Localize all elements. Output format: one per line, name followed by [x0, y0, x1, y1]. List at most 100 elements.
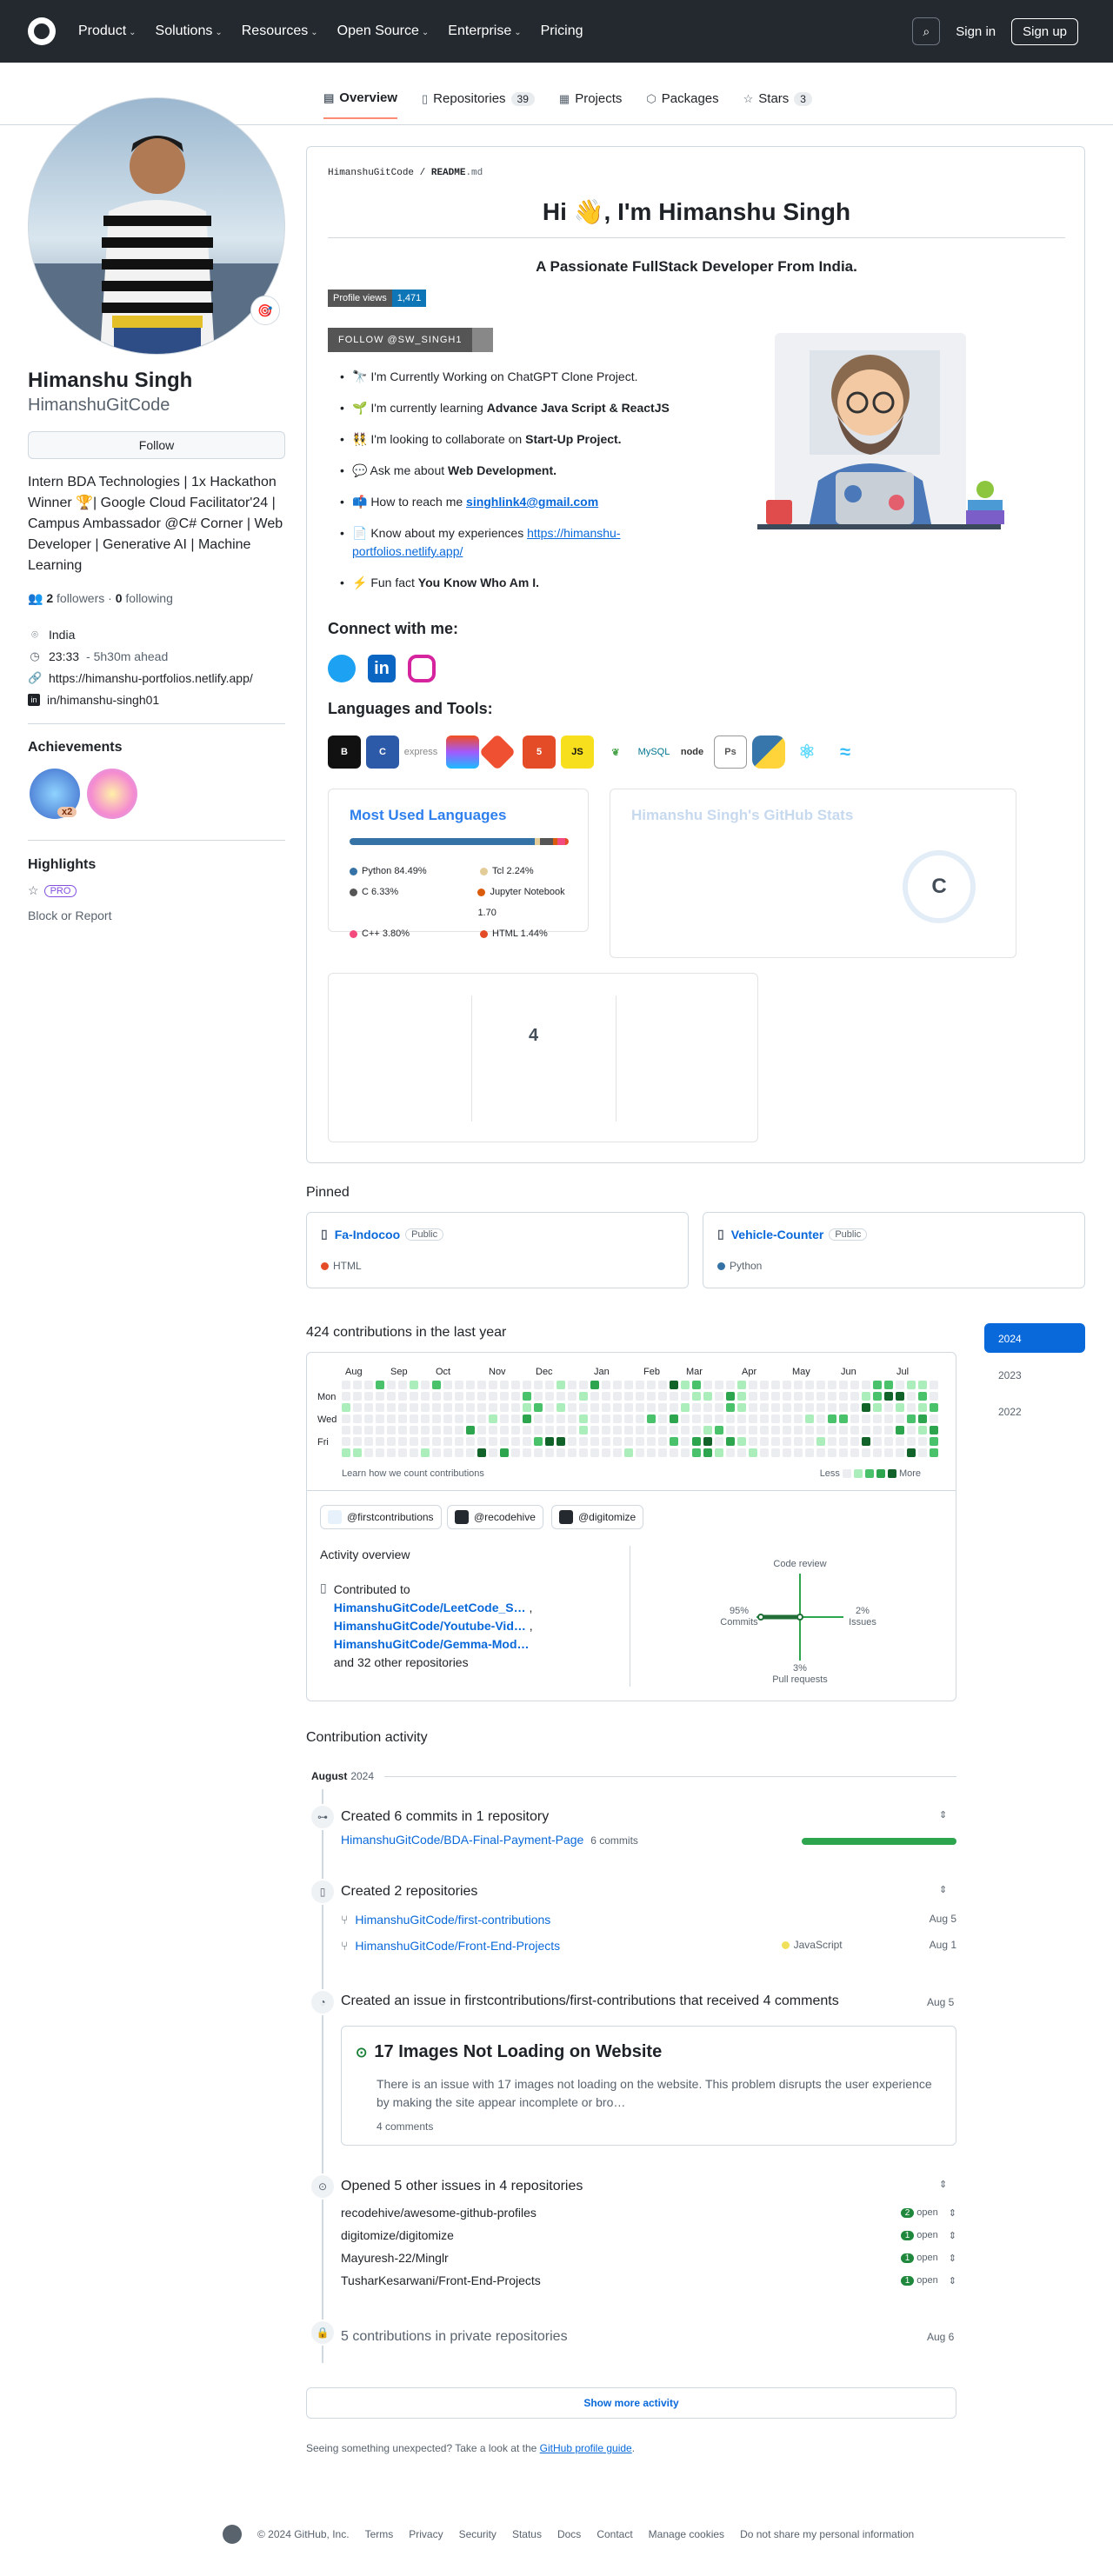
contribution-day[interactable]	[726, 1414, 735, 1423]
contribution-day[interactable]	[613, 1448, 622, 1457]
contribution-day[interactable]	[466, 1437, 475, 1446]
contribution-day[interactable]	[353, 1403, 362, 1412]
contribution-day[interactable]	[387, 1437, 396, 1446]
contribution-day[interactable]	[489, 1414, 497, 1423]
contribution-day[interactable]	[398, 1448, 407, 1457]
contribution-day[interactable]	[523, 1414, 531, 1423]
contribution-day[interactable]	[624, 1381, 633, 1389]
contribution-day[interactable]	[760, 1426, 769, 1434]
contribution-day[interactable]	[737, 1392, 746, 1401]
contribution-day[interactable]	[907, 1414, 916, 1423]
tab-projects[interactable]: ▦ Projects	[559, 90, 622, 119]
contribution-day[interactable]	[749, 1381, 757, 1389]
contribution-day[interactable]	[896, 1437, 904, 1446]
contribution-day[interactable]	[398, 1414, 407, 1423]
issue-repo-link[interactable]: Mayuresh-22/Minglr	[341, 2251, 901, 2265]
contribution-day[interactable]	[353, 1414, 362, 1423]
contribution-day[interactable]	[398, 1437, 407, 1446]
contribution-day[interactable]	[364, 1403, 373, 1412]
contribution-day[interactable]	[342, 1414, 350, 1423]
contribution-day[interactable]	[466, 1426, 475, 1434]
contribution-day[interactable]	[421, 1448, 430, 1457]
contribution-day[interactable]	[500, 1437, 509, 1446]
contribution-day[interactable]	[443, 1392, 452, 1401]
contribution-day[interactable]	[873, 1437, 882, 1446]
created-repo-link[interactable]: HimanshuGitCode/first-contributions	[355, 1913, 929, 1927]
contribution-day[interactable]	[850, 1426, 859, 1434]
contribution-day[interactable]	[443, 1403, 452, 1412]
contribution-day[interactable]	[692, 1426, 701, 1434]
contribution-day[interactable]	[443, 1381, 452, 1389]
contribution-day[interactable]	[410, 1414, 418, 1423]
contribution-day[interactable]	[410, 1403, 418, 1412]
contribution-day[interactable]	[523, 1381, 531, 1389]
contribution-day[interactable]	[342, 1403, 350, 1412]
contributed-repo-link[interactable]: HimanshuGitCode/Gemma-Mod…	[334, 1637, 530, 1651]
contribution-day[interactable]	[850, 1392, 859, 1401]
contribution-day[interactable]	[794, 1403, 803, 1412]
contribution-day[interactable]	[466, 1381, 475, 1389]
contribution-day[interactable]	[421, 1414, 430, 1423]
contribution-day[interactable]	[918, 1414, 927, 1423]
contribution-day[interactable]	[455, 1414, 463, 1423]
contribution-day[interactable]	[432, 1437, 441, 1446]
contribution-day[interactable]	[455, 1437, 463, 1446]
contribution-day[interactable]	[930, 1381, 938, 1389]
contribution-day[interactable]	[545, 1414, 554, 1423]
contribution-day[interactable]	[342, 1392, 350, 1401]
status-emoji-icon[interactable]: 🎯	[250, 296, 280, 325]
contribution-day[interactable]	[828, 1392, 836, 1401]
contribution-day[interactable]	[839, 1403, 848, 1412]
contribution-day[interactable]	[715, 1414, 723, 1423]
contribution-day[interactable]	[421, 1392, 430, 1401]
search-button[interactable]: ⌕	[912, 17, 941, 45]
contribution-day[interactable]	[568, 1381, 576, 1389]
contribution-day[interactable]	[737, 1414, 746, 1423]
contribution-day[interactable]	[670, 1426, 678, 1434]
contribution-day[interactable]	[658, 1426, 667, 1434]
contribution-day[interactable]	[692, 1448, 701, 1457]
contribution-day[interactable]	[455, 1426, 463, 1434]
contribution-day[interactable]	[579, 1437, 588, 1446]
tab-stars[interactable]: ☆ Stars 3	[743, 90, 812, 119]
contribution-day[interactable]	[647, 1426, 656, 1434]
contribution-day[interactable]	[930, 1448, 938, 1457]
commit-repo-link[interactable]: HimanshuGitCode/BDA-Final-Payment-Page	[341, 1833, 583, 1847]
contribution-day[interactable]	[489, 1381, 497, 1389]
twitter-icon[interactable]	[328, 655, 356, 682]
contribution-day[interactable]	[760, 1437, 769, 1446]
contribution-day[interactable]	[670, 1448, 678, 1457]
contribution-day[interactable]	[873, 1403, 882, 1412]
year-2022-button[interactable]: 2022	[984, 1396, 1085, 1426]
contributed-repo-link[interactable]: HimanshuGitCode/LeetCode_S…	[334, 1601, 526, 1614]
contribution-day[interactable]	[511, 1381, 520, 1389]
contribution-day[interactable]	[500, 1414, 509, 1423]
contribution-day[interactable]	[376, 1448, 384, 1457]
contribution-day[interactable]	[342, 1426, 350, 1434]
contribution-day[interactable]	[805, 1414, 814, 1423]
contribution-day[interactable]	[783, 1414, 791, 1423]
contribution-day[interactable]	[579, 1403, 588, 1412]
contribution-day[interactable]	[511, 1403, 520, 1412]
contribution-day[interactable]	[681, 1381, 690, 1389]
contribution-day[interactable]	[647, 1403, 656, 1412]
contribution-day[interactable]	[681, 1392, 690, 1401]
contribution-day[interactable]	[636, 1403, 644, 1412]
contribution-day[interactable]	[715, 1448, 723, 1457]
contribution-day[interactable]	[715, 1392, 723, 1401]
contribution-day[interactable]	[703, 1392, 712, 1401]
contribution-day[interactable]	[681, 1448, 690, 1457]
contribution-day[interactable]	[534, 1403, 543, 1412]
contribution-day[interactable]	[477, 1414, 486, 1423]
contribution-day[interactable]	[636, 1381, 644, 1389]
contribution-day[interactable]	[816, 1448, 825, 1457]
contribution-day[interactable]	[805, 1448, 814, 1457]
contribution-day[interactable]	[364, 1414, 373, 1423]
contribution-day[interactable]	[896, 1448, 904, 1457]
contribution-day[interactable]	[896, 1403, 904, 1412]
followers-link[interactable]: 2 followers	[46, 591, 104, 605]
contribution-day[interactable]	[760, 1448, 769, 1457]
contribution-day[interactable]	[670, 1381, 678, 1389]
footer-link-privacy[interactable]: Privacy	[409, 2528, 443, 2540]
contribution-day[interactable]	[410, 1448, 418, 1457]
